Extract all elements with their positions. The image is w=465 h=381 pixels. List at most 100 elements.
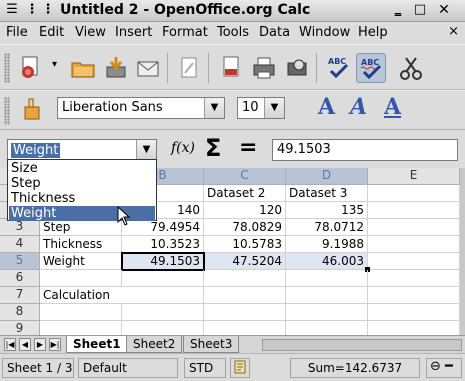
tab-sheet2[interactable]: Sheet2 [126,336,183,353]
formula-input[interactable]: 49.1503 [272,139,458,161]
column-header-d[interactable]: D [286,168,368,185]
cell[interactable] [204,321,286,335]
edit-file-icon[interactable] [174,53,204,83]
cell[interactable] [368,236,460,253]
menu-window[interactable]: Window [299,25,350,40]
cell-a7[interactable]: Calculation [40,287,122,304]
last-sheet-icon[interactable]: ▶| [49,338,61,351]
page-preview-icon[interactable] [282,53,312,83]
menu-view[interactable]: View [75,25,106,40]
cell[interactable] [204,270,286,287]
close-icon[interactable]: ✕ [436,2,452,18]
row-header-7[interactable]: 7 [0,287,40,304]
page-style[interactable]: Default [78,358,178,378]
menu-insert[interactable]: Insert [115,25,152,40]
row-header-9[interactable]: 9 [0,321,40,335]
cell[interactable] [122,270,204,287]
dropdown-item-size[interactable]: Size [9,161,155,176]
previous-sheet-icon[interactable]: ◀ [19,338,31,351]
menu-format[interactable]: Format [162,25,208,40]
toolbar-grip[interactable] [4,97,10,125]
menu-edit[interactable]: Edit [39,25,64,40]
cell[interactable] [368,270,460,287]
chevron-down-icon[interactable]: ▼ [264,98,284,118]
name-box-value[interactable]: Weight [11,143,61,158]
save-icon[interactable] [101,53,131,83]
cell[interactable] [122,321,204,335]
row-header-8[interactable]: 8 [0,304,40,321]
shade-icon[interactable]: ⋮ [40,2,56,18]
cell[interactable] [122,304,204,321]
row-header-4[interactable]: 4 [0,236,40,253]
cell-d5[interactable]: 46.003 [286,253,368,270]
cell[interactable] [368,304,460,321]
cell-b3[interactable]: 79.4954 [122,219,204,236]
cell-c3[interactable]: 78.0829 [204,219,286,236]
underline-icon[interactable]: A [384,94,401,120]
cell-b4[interactable]: 10.3523 [122,236,204,253]
cell[interactable] [368,202,460,219]
new-dropdown-icon[interactable]: ▾ [52,59,57,70]
column-header-e[interactable]: E [368,168,460,185]
cell[interactable] [368,321,460,335]
chevron-down-icon[interactable]: ▼ [136,140,156,160]
name-box[interactable]: Weight ▼ [7,139,157,161]
cell[interactable] [368,287,460,304]
cell-d3[interactable]: 78.0712 [286,219,368,236]
tab-sheet1[interactable]: Sheet1 [66,336,128,353]
menu-data[interactable]: Data [259,25,290,40]
row-header-5[interactable]: 5 [0,253,40,270]
cell[interactable] [368,253,460,270]
cell[interactable] [286,287,368,304]
cell[interactable] [40,270,122,287]
cell-d1[interactable]: Dataset 3 [286,185,368,202]
maximize-icon[interactable]: □ [412,2,428,18]
close-document-icon[interactable]: × [448,24,459,39]
window-menu-icon[interactable]: ☰ [4,2,20,18]
email-icon[interactable] [133,53,163,83]
cell-a4[interactable]: Thickness [40,236,122,253]
cell[interactable] [204,287,286,304]
cell[interactable] [286,304,368,321]
vertical-scrollbar[interactable] [460,168,465,335]
cell[interactable] [122,287,204,304]
spellcheck-icon[interactable]: ABC [324,53,354,83]
print-icon[interactable] [249,53,279,83]
cell-a3[interactable]: Step [40,219,122,236]
auto-spellcheck-icon[interactable]: ABC [356,53,386,83]
menu-file[interactable]: File [6,25,28,40]
font-name-combo[interactable]: Liberation Sans ▼ [57,97,225,119]
cell[interactable] [368,185,460,202]
function-wizard-icon[interactable]: f(x) [171,140,195,156]
zoom-out-icon[interactable]: ⊖ ━ [426,358,462,378]
cell-b5[interactable]: 49.1503 [122,253,204,270]
chevron-down-icon[interactable]: ▼ [204,98,224,118]
cell[interactable] [40,321,122,335]
row-header-6[interactable]: 6 [0,270,40,287]
new-document-icon[interactable] [16,53,46,83]
minimize-icon[interactable]: ‗ [390,2,406,18]
function-icon[interactable]: = [239,135,257,160]
sum-icon[interactable]: Σ [205,134,221,162]
row-header-3[interactable]: 3 [0,219,40,236]
cell-c1[interactable]: Dataset 2 [204,185,286,202]
italic-icon[interactable]: A [350,94,367,120]
dropdown-item-weight[interactable]: Weight [9,206,155,221]
tab-sheet3[interactable]: Sheet3 [183,336,240,353]
font-size-combo[interactable]: 10 ▼ [237,97,285,119]
cell-a5[interactable]: Weight [40,253,122,270]
styles-formatting-icon[interactable] [16,95,46,125]
cell[interactable] [40,304,122,321]
menu-help[interactable]: Help [358,25,388,40]
cell-d4[interactable]: 9.1988 [286,236,368,253]
menu-tools[interactable]: Tools [217,25,249,40]
next-sheet-icon[interactable]: ▶ [34,338,46,351]
cell-c2[interactable]: 120 [204,202,286,219]
cell-c4[interactable]: 10.5783 [204,236,286,253]
column-header-c[interactable]: C [204,168,286,185]
cell-c5[interactable]: 47.5204 [204,253,286,270]
selection-mode[interactable]: STD [184,358,226,378]
cell[interactable] [286,321,368,335]
cell-d2[interactable]: 135 [286,202,368,219]
toolbar-grip[interactable] [4,53,10,83]
